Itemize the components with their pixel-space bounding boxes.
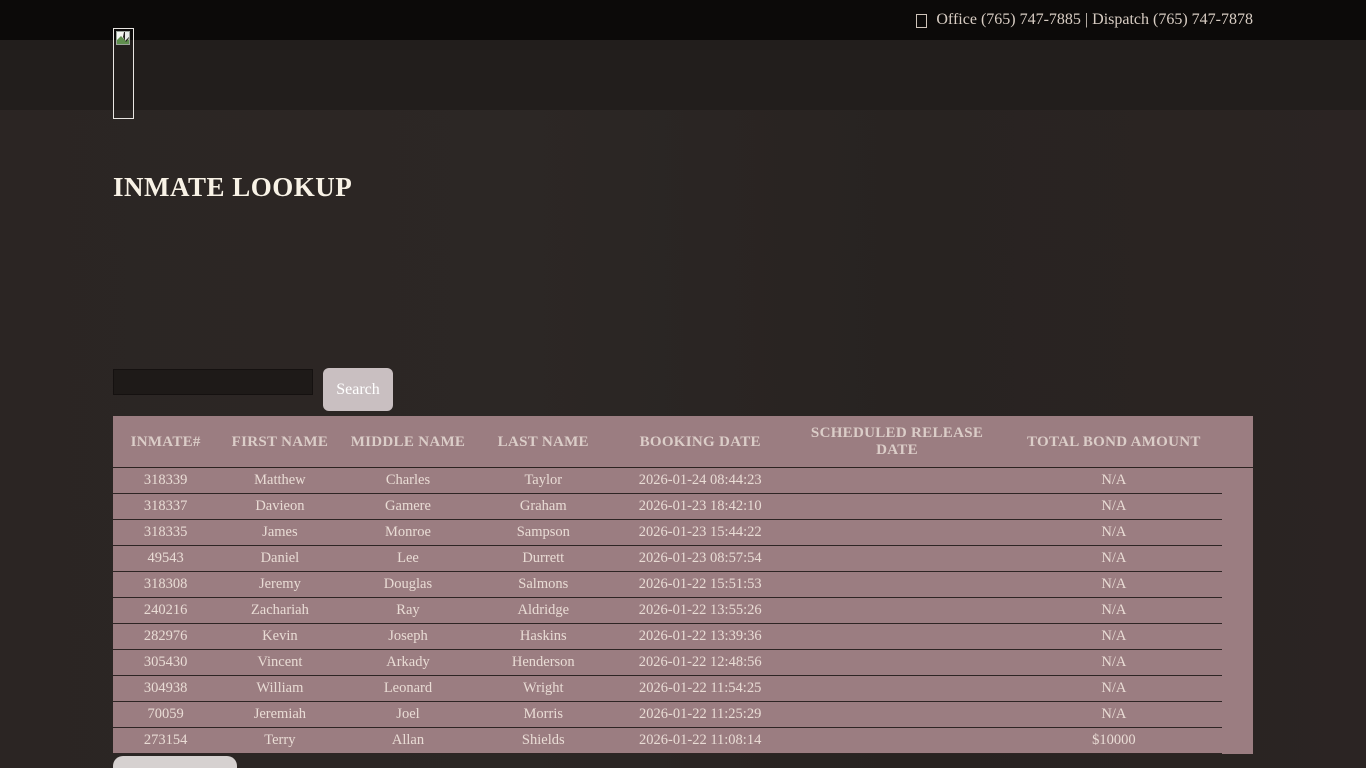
table-cell: James — [218, 524, 341, 541]
table-cell: 304938 — [113, 680, 218, 697]
table-cell: 2026-01-22 15:51:53 — [612, 576, 788, 593]
table-cell: 2026-01-22 13:39:36 — [612, 628, 788, 645]
table-header-row: INMATE#FIRST NAMEMIDDLE NAMELAST NAMEBOO… — [113, 416, 1222, 468]
contact-topbar: Office (765) 747-7885 | Dispatch (765) 7… — [0, 0, 1366, 40]
table-cell: 2026-01-23 08:57:54 — [612, 550, 788, 567]
table-cell: N/A — [1006, 524, 1222, 541]
table-cell: 2026-01-22 12:48:56 — [612, 654, 788, 671]
table-cell: Joseph — [341, 628, 474, 645]
table-cell: Jeremy — [218, 576, 341, 593]
table-cell: 282976 — [113, 628, 218, 645]
page-title: INMATE LOOKUP — [113, 172, 352, 203]
column-header: INMATE# — [113, 434, 218, 451]
table-row[interactable]: 282976KevinJosephHaskins2026-01-22 13:39… — [113, 624, 1222, 650]
table-row[interactable]: 318335JamesMonroeSampson2026-01-23 15:44… — [113, 520, 1222, 546]
table-cell: Durrett — [475, 550, 613, 567]
site-logo-broken-image[interactable] — [113, 28, 134, 119]
search-bar: Search — [113, 369, 393, 412]
table-cell: Lee — [341, 550, 474, 567]
table-cell: William — [218, 680, 341, 697]
table-cell: Henderson — [475, 654, 613, 671]
table-cell: Davieon — [218, 498, 341, 515]
table-cell: N/A — [1006, 602, 1222, 619]
table-row[interactable]: 273154TerryAllanShields2026-01-22 11:08:… — [113, 728, 1222, 754]
table-cell: 318339 — [113, 472, 218, 489]
table-row[interactable]: 49543DanielLeeDurrett2026-01-23 08:57:54… — [113, 546, 1222, 572]
table-cell: Haskins — [475, 628, 613, 645]
column-header: MIDDLE NAME — [341, 434, 474, 451]
table-cell: Joel — [341, 706, 474, 723]
column-header: BOOKING DATE — [612, 434, 788, 451]
inmate-lookup-page: Office (765) 747-7885 | Dispatch (765) 7… — [0, 0, 1366, 768]
table-body: 318339MatthewCharlesTaylor2026-01-24 08:… — [113, 468, 1222, 754]
table-cell: Jeremiah — [218, 706, 341, 723]
site-header — [0, 40, 1366, 110]
table-cell: 305430 — [113, 654, 218, 671]
table-cell: Matthew — [218, 472, 341, 489]
table-cell: Charles — [341, 472, 474, 489]
table-row[interactable]: 305430VincentArkadyHenderson2026-01-22 1… — [113, 650, 1222, 676]
search-input[interactable] — [113, 369, 313, 395]
table-cell: Allan — [341, 732, 474, 749]
table-cell: 2026-01-22 11:54:25 — [612, 680, 788, 697]
table-cell: 318337 — [113, 498, 218, 515]
table-cell: Shields — [475, 732, 613, 749]
phone-icon — [916, 14, 927, 28]
table-cell: Taylor — [475, 472, 613, 489]
table-cell: 2026-01-24 08:44:23 — [612, 472, 788, 489]
table-cell: Aldridge — [475, 602, 613, 619]
table-cell: Morris — [475, 706, 613, 723]
table-cell: 240216 — [113, 602, 218, 619]
table-cell: 2026-01-23 15:44:22 — [612, 524, 788, 541]
inmate-table: INMATE#FIRST NAMEMIDDLE NAMELAST NAMEBOO… — [113, 416, 1253, 754]
table-cell: Monroe — [341, 524, 474, 541]
column-header: TOTAL BOND AMOUNT — [1006, 434, 1222, 451]
contact-phone-text: Office (765) 747-7885 | Dispatch (765) 7… — [936, 11, 1253, 29]
table-cell: Wright — [475, 680, 613, 697]
table-cell: Vincent — [218, 654, 341, 671]
table-row[interactable]: 240216ZachariahRayAldridge2026-01-22 13:… — [113, 598, 1222, 624]
table-row[interactable]: 304938WilliamLeonardWright2026-01-22 11:… — [113, 676, 1222, 702]
table-cell: 49543 — [113, 550, 218, 567]
table-cell: Gamere — [341, 498, 474, 515]
table-cell: 2026-01-22 11:25:29 — [612, 706, 788, 723]
table-row[interactable]: 318339MatthewCharlesTaylor2026-01-24 08:… — [113, 468, 1222, 494]
table-cell: N/A — [1006, 680, 1222, 697]
table-cell: 2026-01-22 11:08:14 — [612, 732, 788, 749]
table-cell: Kevin — [218, 628, 341, 645]
table-cell: 70059 — [113, 706, 218, 723]
table-cell: 2026-01-22 13:55:26 — [612, 602, 788, 619]
search-button[interactable]: Search — [323, 368, 393, 411]
table-cell: N/A — [1006, 628, 1222, 645]
table-cell: Daniel — [218, 550, 341, 567]
table-cell: Arkady — [341, 654, 474, 671]
column-header: FIRST NAME — [218, 434, 341, 451]
table-cell: $10000 — [1006, 732, 1222, 749]
table-cell: Graham — [475, 498, 613, 515]
table-cell: 318335 — [113, 524, 218, 541]
table-cell: Sampson — [475, 524, 613, 541]
table-cell: 2026-01-23 18:42:10 — [612, 498, 788, 515]
table-row[interactable]: 70059JeremiahJoelMorris2026-01-22 11:25:… — [113, 702, 1222, 728]
table-cell: Ray — [341, 602, 474, 619]
table-cell: N/A — [1006, 472, 1222, 489]
table-cell: N/A — [1006, 576, 1222, 593]
table-cell: N/A — [1006, 498, 1222, 515]
table-cell: N/A — [1006, 654, 1222, 671]
table-cell: 273154 — [113, 732, 218, 749]
column-header: SCHEDULED RELEASE DATE — [788, 425, 1005, 459]
table-cell: N/A — [1006, 706, 1222, 723]
table-cell: 318308 — [113, 576, 218, 593]
table-cell: Leonard — [341, 680, 474, 697]
column-header: LAST NAME — [475, 434, 613, 451]
table-cell: Terry — [218, 732, 341, 749]
table-row[interactable]: 318337DavieonGamereGraham2026-01-23 18:4… — [113, 494, 1222, 520]
pagination-next-button[interactable]: Next — [113, 756, 237, 768]
table-cell: Douglas — [341, 576, 474, 593]
table-cell: N/A — [1006, 550, 1222, 567]
table-cell: Salmons — [475, 576, 613, 593]
table-row[interactable]: 318308JeremyDouglasSalmons2026-01-22 15:… — [113, 572, 1222, 598]
table-cell: Zachariah — [218, 602, 341, 619]
